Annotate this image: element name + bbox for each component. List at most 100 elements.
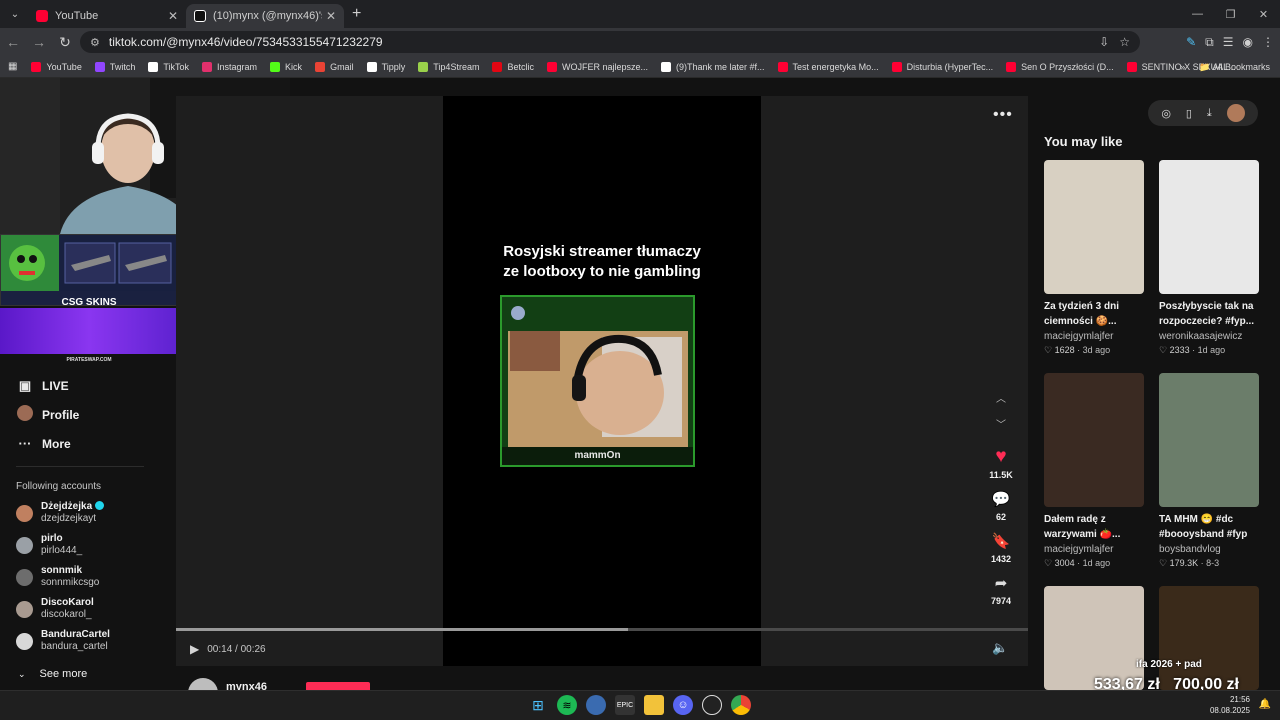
- previous-video-button[interactable]: ︿: [996, 384, 1006, 410]
- minimize-icon[interactable]: —: [1181, 0, 1214, 28]
- user-avatar[interactable]: [1226, 104, 1245, 122]
- divider: [16, 466, 144, 467]
- url-bar[interactable]: ⚙ tiktok.com/@mynx46/video/7534533155471…: [80, 31, 1140, 53]
- following-account[interactable]: BanduraCartel bandura_cartel: [0, 625, 176, 657]
- promo-overlay-text: ifa 2026 + pad: [1136, 659, 1202, 670]
- video-thumbnail[interactable]: [1159, 373, 1259, 507]
- following-account[interactable]: DiscoKarol discokarol_: [0, 593, 176, 625]
- video-thumbnail[interactable]: [1159, 160, 1259, 294]
- bookmark-favicon-icon: [777, 61, 788, 72]
- recommended-video-card[interactable]: Za tydzień 3 dni ciemności 🍪... maciejgym…: [1044, 160, 1144, 356]
- card-title[interactable]: TA MHM 😁 #dc #boooysband #fyp: [1159, 512, 1259, 542]
- following-account[interactable]: sonnmik sonnmikcsgo: [0, 561, 176, 593]
- card-username[interactable]: weronikaasajewicz: [1159, 331, 1259, 342]
- bookmark-icon[interactable]: 🔖: [990, 530, 1012, 552]
- maximize-icon[interactable]: ❐: [1214, 0, 1247, 28]
- next-video-button[interactable]: ﹀: [996, 410, 1006, 436]
- nav-profile[interactable]: Profile: [0, 400, 176, 429]
- bookmarks-overflow-icon[interactable]: »: [1180, 62, 1185, 72]
- card-username[interactable]: boysbandvlog: [1159, 544, 1259, 555]
- apps-grid-icon[interactable]: ▦: [8, 61, 17, 72]
- bookmark-item[interactable]: Tipply: [366, 61, 405, 72]
- tab-search-button[interactable]: ⌄: [2, 3, 28, 25]
- system-clock[interactable]: 21:56 08.08.2025: [1210, 694, 1250, 716]
- tab-tiktok[interactable]: (10)mynx (@mynx46)'s videos w ✕: [186, 4, 344, 28]
- chrome-icon[interactable]: [731, 695, 751, 715]
- obs-icon[interactable]: [702, 695, 722, 715]
- close-tab-icon[interactable]: ✕: [326, 9, 336, 23]
- recommended-video-card[interactable]: [1044, 586, 1144, 690]
- browser-app-icon[interactable]: [586, 695, 606, 715]
- bookmark-item[interactable]: Gmail: [315, 61, 354, 72]
- extension-icon[interactable]: ✎: [1186, 35, 1196, 49]
- comment-icon[interactable]: 💬: [990, 488, 1012, 510]
- reload-button[interactable]: ↻: [52, 29, 78, 55]
- recommended-video-card[interactable]: TA MHM 😁 #dc #boooysband #fyp boysbandvlo…: [1159, 373, 1259, 569]
- video-thumbnail[interactable]: [1044, 373, 1144, 507]
- install-app-icon[interactable]: ⇩: [1099, 35, 1109, 49]
- bookmark-item[interactable]: Instagram: [202, 61, 257, 72]
- volume-icon[interactable]: 🔈: [992, 640, 1008, 656]
- following-account[interactable]: pirlo pirlo444_: [0, 529, 176, 561]
- card-title[interactable]: Za tydzień 3 dni ciemności 🍪...: [1044, 299, 1144, 329]
- bookmark-item[interactable]: Twitch: [94, 61, 135, 72]
- close-tab-icon[interactable]: ✕: [168, 9, 178, 23]
- bookmark-star-icon[interactable]: ☆: [1119, 35, 1130, 49]
- share-count: 7974: [990, 596, 1012, 606]
- recommended-video-card[interactable]: Dałem radę z warzywami 🍅... maciejgymlajf…: [1044, 373, 1144, 569]
- following-account[interactable]: Dżejdżejka dzejdzejkayt: [0, 497, 176, 529]
- download-icon[interactable]: ⤓: [1207, 107, 1212, 120]
- all-bookmarks-button[interactable]: 📁 All Bookmarks: [1199, 62, 1270, 73]
- more-options-icon[interactable]: •••: [993, 106, 1013, 124]
- streamer-clip: mammOn: [500, 295, 695, 467]
- bookmark-item[interactable]: (9)Thank me later #f...: [661, 61, 765, 72]
- close-window-icon[interactable]: ✕: [1247, 0, 1280, 28]
- recommended-video-card[interactable]: [1159, 586, 1259, 690]
- bookmark-item[interactable]: Disturbia (HyperTec...: [891, 61, 993, 72]
- bookmark-item[interactable]: Tip4Stream: [418, 61, 479, 72]
- bookmark-label: TikTok: [163, 61, 190, 72]
- card-title[interactable]: Dałem radę z warzywami 🍅...: [1044, 512, 1144, 542]
- card-username[interactable]: maciejgymlajfer: [1044, 331, 1144, 342]
- device-icon[interactable]: ▯: [1186, 107, 1192, 120]
- nav-live[interactable]: ▣ LIVE: [0, 371, 176, 400]
- epic-games-icon[interactable]: EPIC: [615, 695, 635, 715]
- see-more-button[interactable]: ⌄ See more: [0, 663, 176, 685]
- extensions-puzzle-icon[interactable]: ⧉: [1205, 35, 1214, 50]
- bookmark-item[interactable]: Test energetyka Mo...: [777, 61, 879, 72]
- coins-icon[interactable]: ◎: [1161, 107, 1171, 120]
- progress-bar[interactable]: [176, 628, 1028, 631]
- bookmark-item[interactable]: WOJFER najlepsze...: [546, 61, 648, 72]
- spotify-icon[interactable]: ≋: [557, 695, 577, 715]
- new-tab-button[interactable]: +: [352, 5, 361, 23]
- account-name: BanduraCartel: [41, 629, 110, 640]
- reading-list-icon[interactable]: ☰: [1223, 35, 1234, 49]
- share-icon[interactable]: ➦: [990, 572, 1012, 594]
- recommended-video-card[interactable]: Poszłybyscie tak na rozpoczecie? #fyp...…: [1159, 160, 1259, 356]
- video-thumbnail[interactable]: [1044, 586, 1144, 690]
- bookmark-item[interactable]: TikTok: [148, 61, 190, 72]
- forward-button[interactable]: →: [26, 29, 52, 55]
- bookmark-item[interactable]: Sen O Przyszłości (D...: [1006, 61, 1114, 72]
- video-thumbnail[interactable]: [1044, 160, 1144, 294]
- bookmark-item[interactable]: Betclic: [492, 61, 534, 72]
- discord-icon[interactable]: ☺: [673, 695, 693, 715]
- menu-kebab-icon[interactable]: ⋮: [1262, 35, 1274, 49]
- card-title[interactable]: Poszłybyscie tak na rozpoczecie? #fyp...: [1159, 299, 1259, 329]
- site-info-icon[interactable]: ⚙: [90, 36, 100, 49]
- file-explorer-icon[interactable]: [644, 695, 664, 715]
- play-icon[interactable]: ▶: [190, 642, 199, 656]
- video-player[interactable]: Rosyjski streamer tłumaczy ze lootboxy to…: [176, 96, 1028, 666]
- back-button[interactable]: ←: [0, 29, 26, 55]
- notifications-icon[interactable]: 🔔: [1259, 699, 1271, 710]
- account-icon[interactable]: ◉: [1243, 35, 1253, 49]
- nav-more[interactable]: ··· More: [0, 429, 176, 458]
- like-heart-icon[interactable]: ♥: [990, 446, 1012, 468]
- bookmark-item[interactable]: Kick: [270, 61, 302, 72]
- card-username[interactable]: maciejgymlajfer: [1044, 544, 1144, 555]
- video-thumbnail[interactable]: [1159, 586, 1259, 690]
- video-frame[interactable]: Rosyjski streamer tłumaczy ze lootboxy to…: [443, 96, 761, 666]
- tab-youtube[interactable]: YouTube ✕: [28, 4, 186, 28]
- bookmark-item[interactable]: YouTube: [31, 61, 82, 72]
- start-icon[interactable]: ⊞: [528, 695, 548, 715]
